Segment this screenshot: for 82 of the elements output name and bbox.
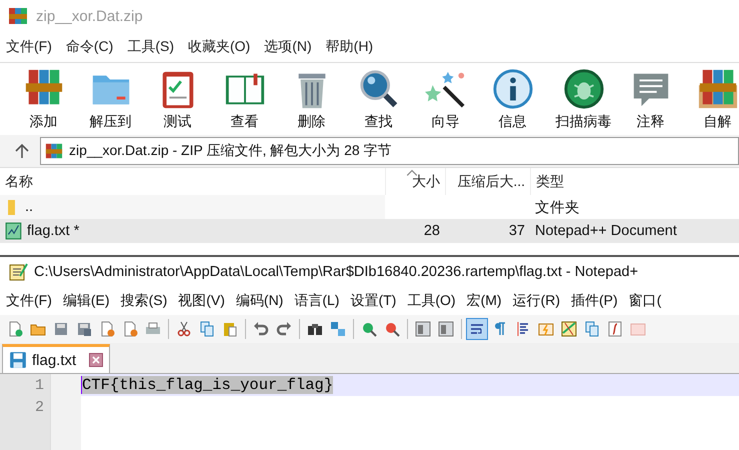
toolbar-button[interactable]: 信息 bbox=[479, 68, 546, 130]
toolbar-button[interactable]: 添加 bbox=[10, 68, 77, 130]
window-icon bbox=[438, 321, 454, 337]
menu-item[interactable]: 搜索(S) bbox=[120, 292, 168, 310]
menu-item[interactable]: 选项(N) bbox=[262, 38, 318, 56]
line-number: 2 bbox=[34, 398, 44, 416]
column-header[interactable]: 压缩后大... bbox=[445, 168, 530, 195]
replace-icon bbox=[330, 321, 346, 337]
toolbar-button[interactable]: 查看 bbox=[211, 68, 278, 130]
file-type: Notepad++ Document bbox=[535, 223, 677, 239]
packed-size: 37 bbox=[508, 223, 525, 239]
menu-item[interactable]: 命令(C) bbox=[64, 38, 120, 56]
document-icon bbox=[99, 321, 115, 337]
new-file-icon bbox=[7, 321, 23, 337]
toolbar-button[interactable]: 向导 bbox=[412, 68, 479, 130]
menu-item[interactable]: 视图(V) bbox=[178, 292, 225, 310]
menu-item[interactable]: 文件(F) bbox=[4, 38, 58, 56]
menu-item[interactable]: 编辑(E) bbox=[62, 292, 110, 310]
folder-icon bbox=[8, 200, 15, 214]
file-tab[interactable]: flag.txt bbox=[2, 344, 110, 373]
toolbar-button[interactable]: 自解 bbox=[684, 68, 739, 130]
menu-item[interactable]: 设置(T) bbox=[350, 292, 396, 310]
menu-item[interactable]: 收藏夹(O) bbox=[186, 38, 256, 56]
zoom-out-icon bbox=[384, 321, 400, 337]
archive-icon bbox=[8, 6, 28, 26]
menu-item[interactable]: 工具(O) bbox=[407, 292, 456, 310]
undo-icon bbox=[253, 321, 269, 337]
notepad-icon bbox=[5, 222, 23, 240]
search-icon bbox=[358, 68, 400, 110]
pilcrow-icon bbox=[492, 321, 508, 337]
column-header[interactable]: 类型 bbox=[530, 168, 739, 195]
window-icon bbox=[415, 321, 431, 337]
toolbar-button[interactable]: 删除 bbox=[278, 68, 345, 130]
menu-item[interactable]: 工具(S) bbox=[125, 38, 180, 56]
window-title: C:\Users\Administrator\AppData\Local\Temp\Rar$DIb16840.20236.rartemp\flag.txt - Notepad+ bbox=[34, 264, 638, 280]
panel-icon bbox=[630, 321, 646, 337]
file-row[interactable]: flag.txt * 28 37 Notepad++ Document bbox=[0, 219, 739, 243]
menu-item[interactable]: 插件(P) bbox=[571, 292, 618, 310]
lightning-icon bbox=[538, 321, 554, 337]
toolbar-button[interactable]: 解压到 bbox=[77, 68, 144, 130]
copy-icon bbox=[584, 321, 600, 337]
path-field[interactable]: zip__xor.Dat.zip - ZIP 压缩文件, 解包大小为 28 字节 bbox=[40, 137, 739, 165]
menu-item[interactable]: 帮助(H) bbox=[324, 38, 380, 56]
paste-icon bbox=[222, 321, 238, 337]
file-name: .. bbox=[25, 199, 34, 215]
copy-icon bbox=[199, 321, 215, 337]
toolbar-button[interactable] bbox=[466, 318, 488, 340]
toolbar-button[interactable]: 测试 bbox=[144, 68, 211, 130]
menu-item[interactable]: 编码(N) bbox=[236, 292, 284, 310]
map-icon bbox=[561, 321, 577, 337]
file-size: 28 bbox=[424, 223, 440, 239]
binoculars-icon bbox=[307, 321, 323, 337]
redo-icon bbox=[276, 321, 292, 337]
line-number: 1 bbox=[34, 376, 44, 394]
function-icon bbox=[607, 321, 623, 337]
file-type: 文件夹 bbox=[535, 198, 580, 216]
documents-icon bbox=[122, 321, 138, 337]
toolbar-button[interactable]: 扫描病毒 bbox=[550, 68, 617, 130]
box-icon bbox=[696, 68, 738, 110]
menu-item[interactable]: 宏(M) bbox=[466, 292, 502, 310]
menu-item[interactable]: 窗口( bbox=[628, 292, 662, 310]
file-name: flag.txt * bbox=[27, 223, 80, 239]
scissors-icon bbox=[176, 321, 192, 337]
menu-item[interactable]: 文件(F) bbox=[6, 292, 52, 310]
menu-item[interactable]: 运行(R) bbox=[512, 292, 560, 310]
floppy-disks-icon bbox=[76, 321, 92, 337]
toolbar-button[interactable]: 注释 bbox=[617, 68, 684, 130]
window-title: zip__xor.Dat.zip bbox=[36, 8, 143, 24]
text-area[interactable]: CTF{this_flag_is_your_flag} bbox=[81, 374, 739, 450]
printer-icon bbox=[145, 321, 161, 337]
column-header[interactable]: 大小 bbox=[385, 168, 445, 195]
column-header[interactable]: 名称 bbox=[0, 168, 385, 195]
archive-icon bbox=[45, 142, 63, 160]
up-arrow-icon[interactable] bbox=[14, 143, 30, 159]
bug-icon bbox=[562, 68, 604, 110]
toolbar-button[interactable]: 查找 bbox=[345, 68, 412, 130]
info-icon bbox=[492, 68, 534, 110]
menu-item[interactable]: 语言(L) bbox=[294, 292, 340, 310]
notepad-icon bbox=[8, 262, 28, 282]
close-icon[interactable] bbox=[89, 353, 104, 367]
indent-guide-icon bbox=[515, 321, 531, 337]
zoom-in-icon bbox=[361, 321, 377, 337]
